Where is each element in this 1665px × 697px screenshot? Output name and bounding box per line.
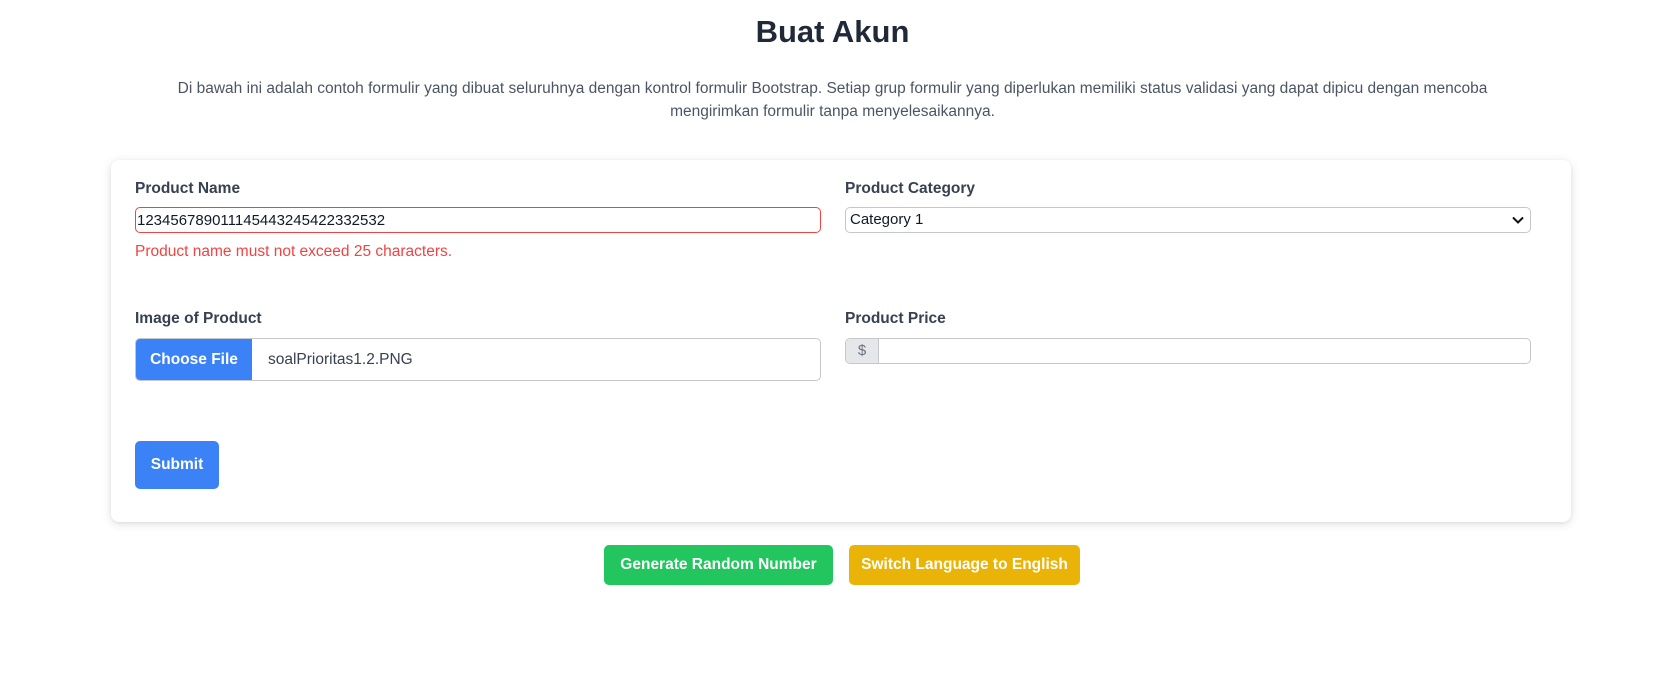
product-name-error: Product name must not exceed 25 characte… — [135, 243, 453, 260]
product-name-label: Product Name — [135, 180, 241, 197]
choose-file-button[interactable]: Choose File — [136, 339, 252, 380]
submit-button[interactable]: Submit — [135, 441, 219, 489]
product-category-select[interactable]: Category 1 — [845, 207, 1531, 233]
page-title: Buat Akun — [755, 14, 910, 49]
product-category-selected: Category 1 — [850, 211, 924, 228]
product-price-input[interactable] — [880, 339, 1530, 363]
page-description: Di bawah ini adalah contoh formulir yang… — [177, 80, 1488, 120]
image-file-input[interactable]: Choose File soalPrioritas1.2.PNG — [135, 338, 821, 381]
form-card: Product Name Product name must not excee… — [111, 160, 1571, 522]
product-price-label: Product Price — [845, 310, 946, 327]
page: Buat Akun Di bawah ini adalah contoh for… — [0, 0, 1665, 697]
file-name: soalPrioritas1.2.PNG — [268, 351, 413, 368]
product-category-label: Product Category — [845, 180, 976, 197]
chevron-down-icon — [1512, 208, 1524, 232]
product-name-input[interactable] — [135, 207, 821, 233]
product-price-group: $ — [845, 338, 1531, 364]
generate-random-number-button[interactable]: Generate Random Number — [604, 545, 833, 585]
switch-language-button[interactable]: Switch Language to English — [849, 545, 1080, 585]
currency-prefix: $ — [846, 339, 879, 363]
image-label: Image of Product — [135, 310, 262, 327]
